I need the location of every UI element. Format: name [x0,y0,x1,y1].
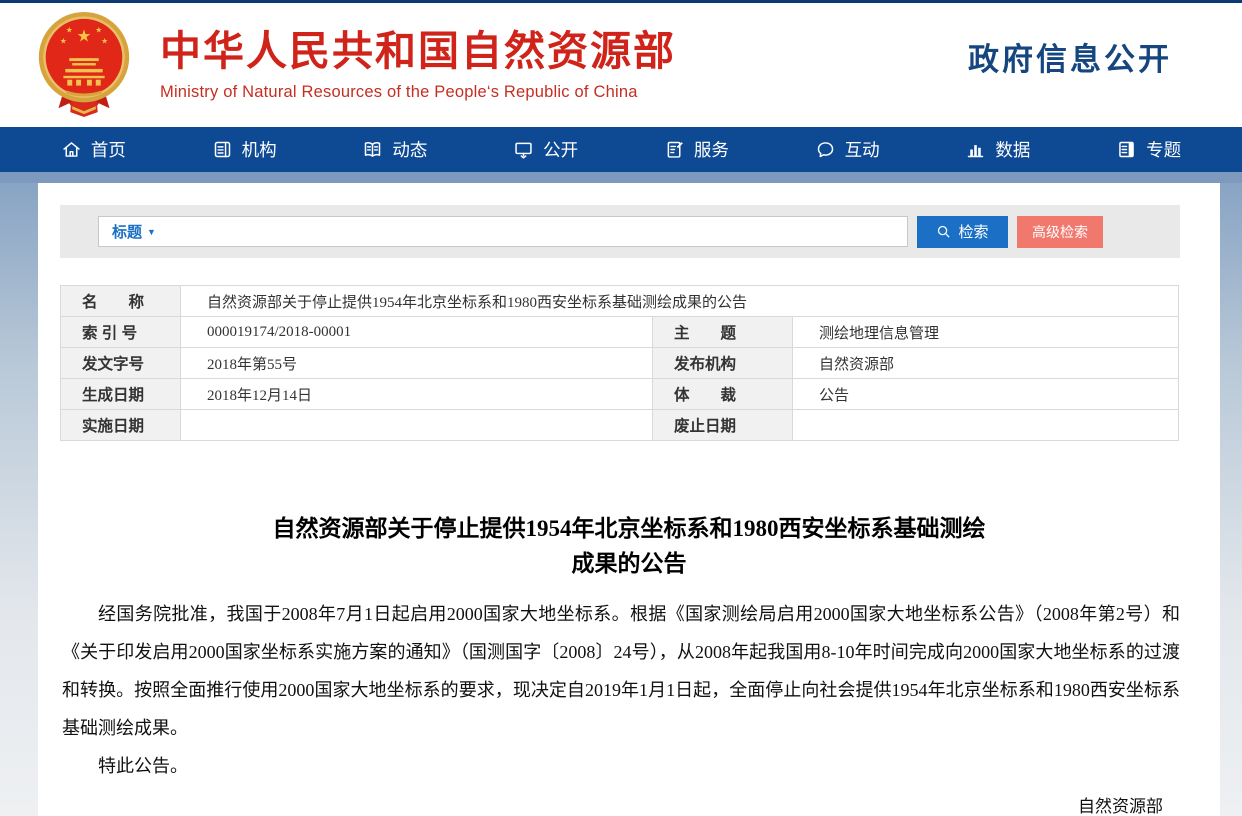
meta-value-doc-number: 2018年第55号 [181,348,653,379]
nav-item-label: 服务 [694,137,729,162]
advanced-search-button[interactable]: 高级检索 [1017,216,1103,248]
nav-item-topics[interactable]: 专题 [1073,127,1224,172]
table-row: 名 称 自然资源部关于停止提供1954年北京坐标系和1980西安坐标系基础测绘成… [61,286,1179,317]
svg-text:★: ★ [95,26,102,35]
home-icon [61,139,82,160]
meta-value-index-number: 000019174/2018-00001 [181,317,653,348]
meta-label-genre: 体 裁 [653,379,793,410]
nav-item-home[interactable]: 首页 [18,127,169,172]
nav-item-label: 机构 [242,137,277,162]
meta-value-name: 自然资源部关于停止提供1954年北京坐标系和1980西安坐标系基础测绘成果的公告 [181,286,1179,317]
national-emblem-logo: ★ ★ ★ ★ ★ [34,10,134,120]
meta-label-issuing-agency: 发布机构 [653,348,793,379]
search-field-selector[interactable]: 标题 ▼ [112,221,156,242]
document-paragraph: 经国务院批准，我国于2008年7月1日起启用2000国家大地坐标系。根据《国家测… [62,595,1180,747]
site-subtitle: Ministry of Natural Resources of the Peo… [160,83,676,102]
organization-icon [212,139,233,160]
nav-item-label: 互动 [845,137,880,162]
search-bar: 标题 ▼ 检索 高级检索 [60,205,1180,258]
svg-text:★: ★ [101,36,108,45]
nav-substrip [0,172,1242,183]
search-button-label: 检索 [958,221,988,242]
meta-value-effective-date [181,410,653,441]
meta-label-doc-number: 发文字号 [61,348,181,379]
meta-label-subject: 主 题 [653,317,793,348]
meta-label-repeal-date: 废止日期 [653,410,793,441]
services-icon [664,139,685,160]
topics-icon [1116,139,1137,160]
nav-item-label: 专题 [1146,137,1181,162]
table-row: 索 引 号 000019174/2018-00001 主 题 测绘地理信息管理 [61,317,1179,348]
nav-item-interaction[interactable]: 互动 [772,127,923,172]
table-row: 生成日期 2018年12月14日 体 裁 公告 [61,379,1179,410]
site-header: ★ ★ ★ ★ ★ 中华人民共和国自然资源部 Ministry of Natur… [0,3,1242,127]
meta-label-creation-date: 生成日期 [61,379,181,410]
site-title: 中华人民共和国自然资源部 [160,28,676,75]
site-title-block: 中华人民共和国自然资源部 Ministry of Natural Resourc… [160,28,676,101]
search-icon [936,224,951,239]
document-title: 自然资源部关于停止提供1954年北京坐标系和1980西安坐标系基础测绘 成果的公… [38,511,1220,581]
document-title-line1: 自然资源部关于停止提供1954年北京坐标系和1980西安坐标系基础测绘 [38,511,1220,546]
table-row: 实施日期 废止日期 [61,410,1179,441]
nav-item-label: 首页 [91,137,126,162]
meta-value-subject: 测绘地理信息管理 [793,317,1179,348]
nav-item-label: 数据 [995,137,1030,162]
search-box[interactable]: 标题 ▼ [98,216,908,247]
svg-text:★: ★ [60,36,67,45]
meta-label-index-number: 索 引 号 [61,317,181,348]
search-input[interactable] [156,217,907,246]
section-title: 政府信息公开 [968,34,1172,79]
nav-item-label: 公开 [543,137,578,162]
meta-value-repeal-date [793,410,1179,441]
svg-text:★: ★ [66,26,73,35]
document-signature: 自然资源部 2018年12月14日 [38,791,1163,816]
document-closing: 特此公告。 [62,747,1180,785]
meta-label-name: 名 称 [61,286,181,317]
nav-item-label: 动态 [392,137,427,162]
meta-label-effective-date: 实施日期 [61,410,181,441]
meta-value-issuing-agency: 自然资源部 [793,348,1179,379]
svg-text:★: ★ [77,26,92,45]
search-button[interactable]: 检索 [917,216,1008,248]
meta-value-genre: 公告 [793,379,1179,410]
document-body: 经国务院批准，我国于2008年7月1日起启用2000国家大地坐标系。根据《国家测… [62,595,1180,785]
signer-name: 自然资源部 [38,791,1163,816]
disclosure-icon [513,139,534,160]
nav-item-data[interactable]: 数据 [923,127,1074,172]
table-row: 发文字号 2018年第55号 发布机构 自然资源部 [61,348,1179,379]
nav-item-disclosure[interactable]: 公开 [470,127,621,172]
news-icon [362,139,383,160]
data-icon [965,139,986,160]
metadata-table: 名 称 自然资源部关于停止提供1954年北京坐标系和1980西安坐标系基础测绘成… [60,285,1179,441]
nav-item-services[interactable]: 服务 [621,127,772,172]
meta-value-creation-date: 2018年12月14日 [181,379,653,410]
page-content: 标题 ▼ 检索 高级检索 名 称 自然资源部关于停止提供1954年北京坐标系和1… [38,183,1220,816]
nav-item-organization[interactable]: 机构 [169,127,320,172]
document-title-line2: 成果的公告 [38,546,1220,581]
main-nav: 首页 机构 动态 公开 服务 互动 数据 专题 [0,127,1242,172]
chevron-down-icon: ▼ [147,227,156,237]
interaction-icon [815,139,836,160]
nav-item-news[interactable]: 动态 [320,127,471,172]
search-field-label: 标题 [112,221,142,242]
